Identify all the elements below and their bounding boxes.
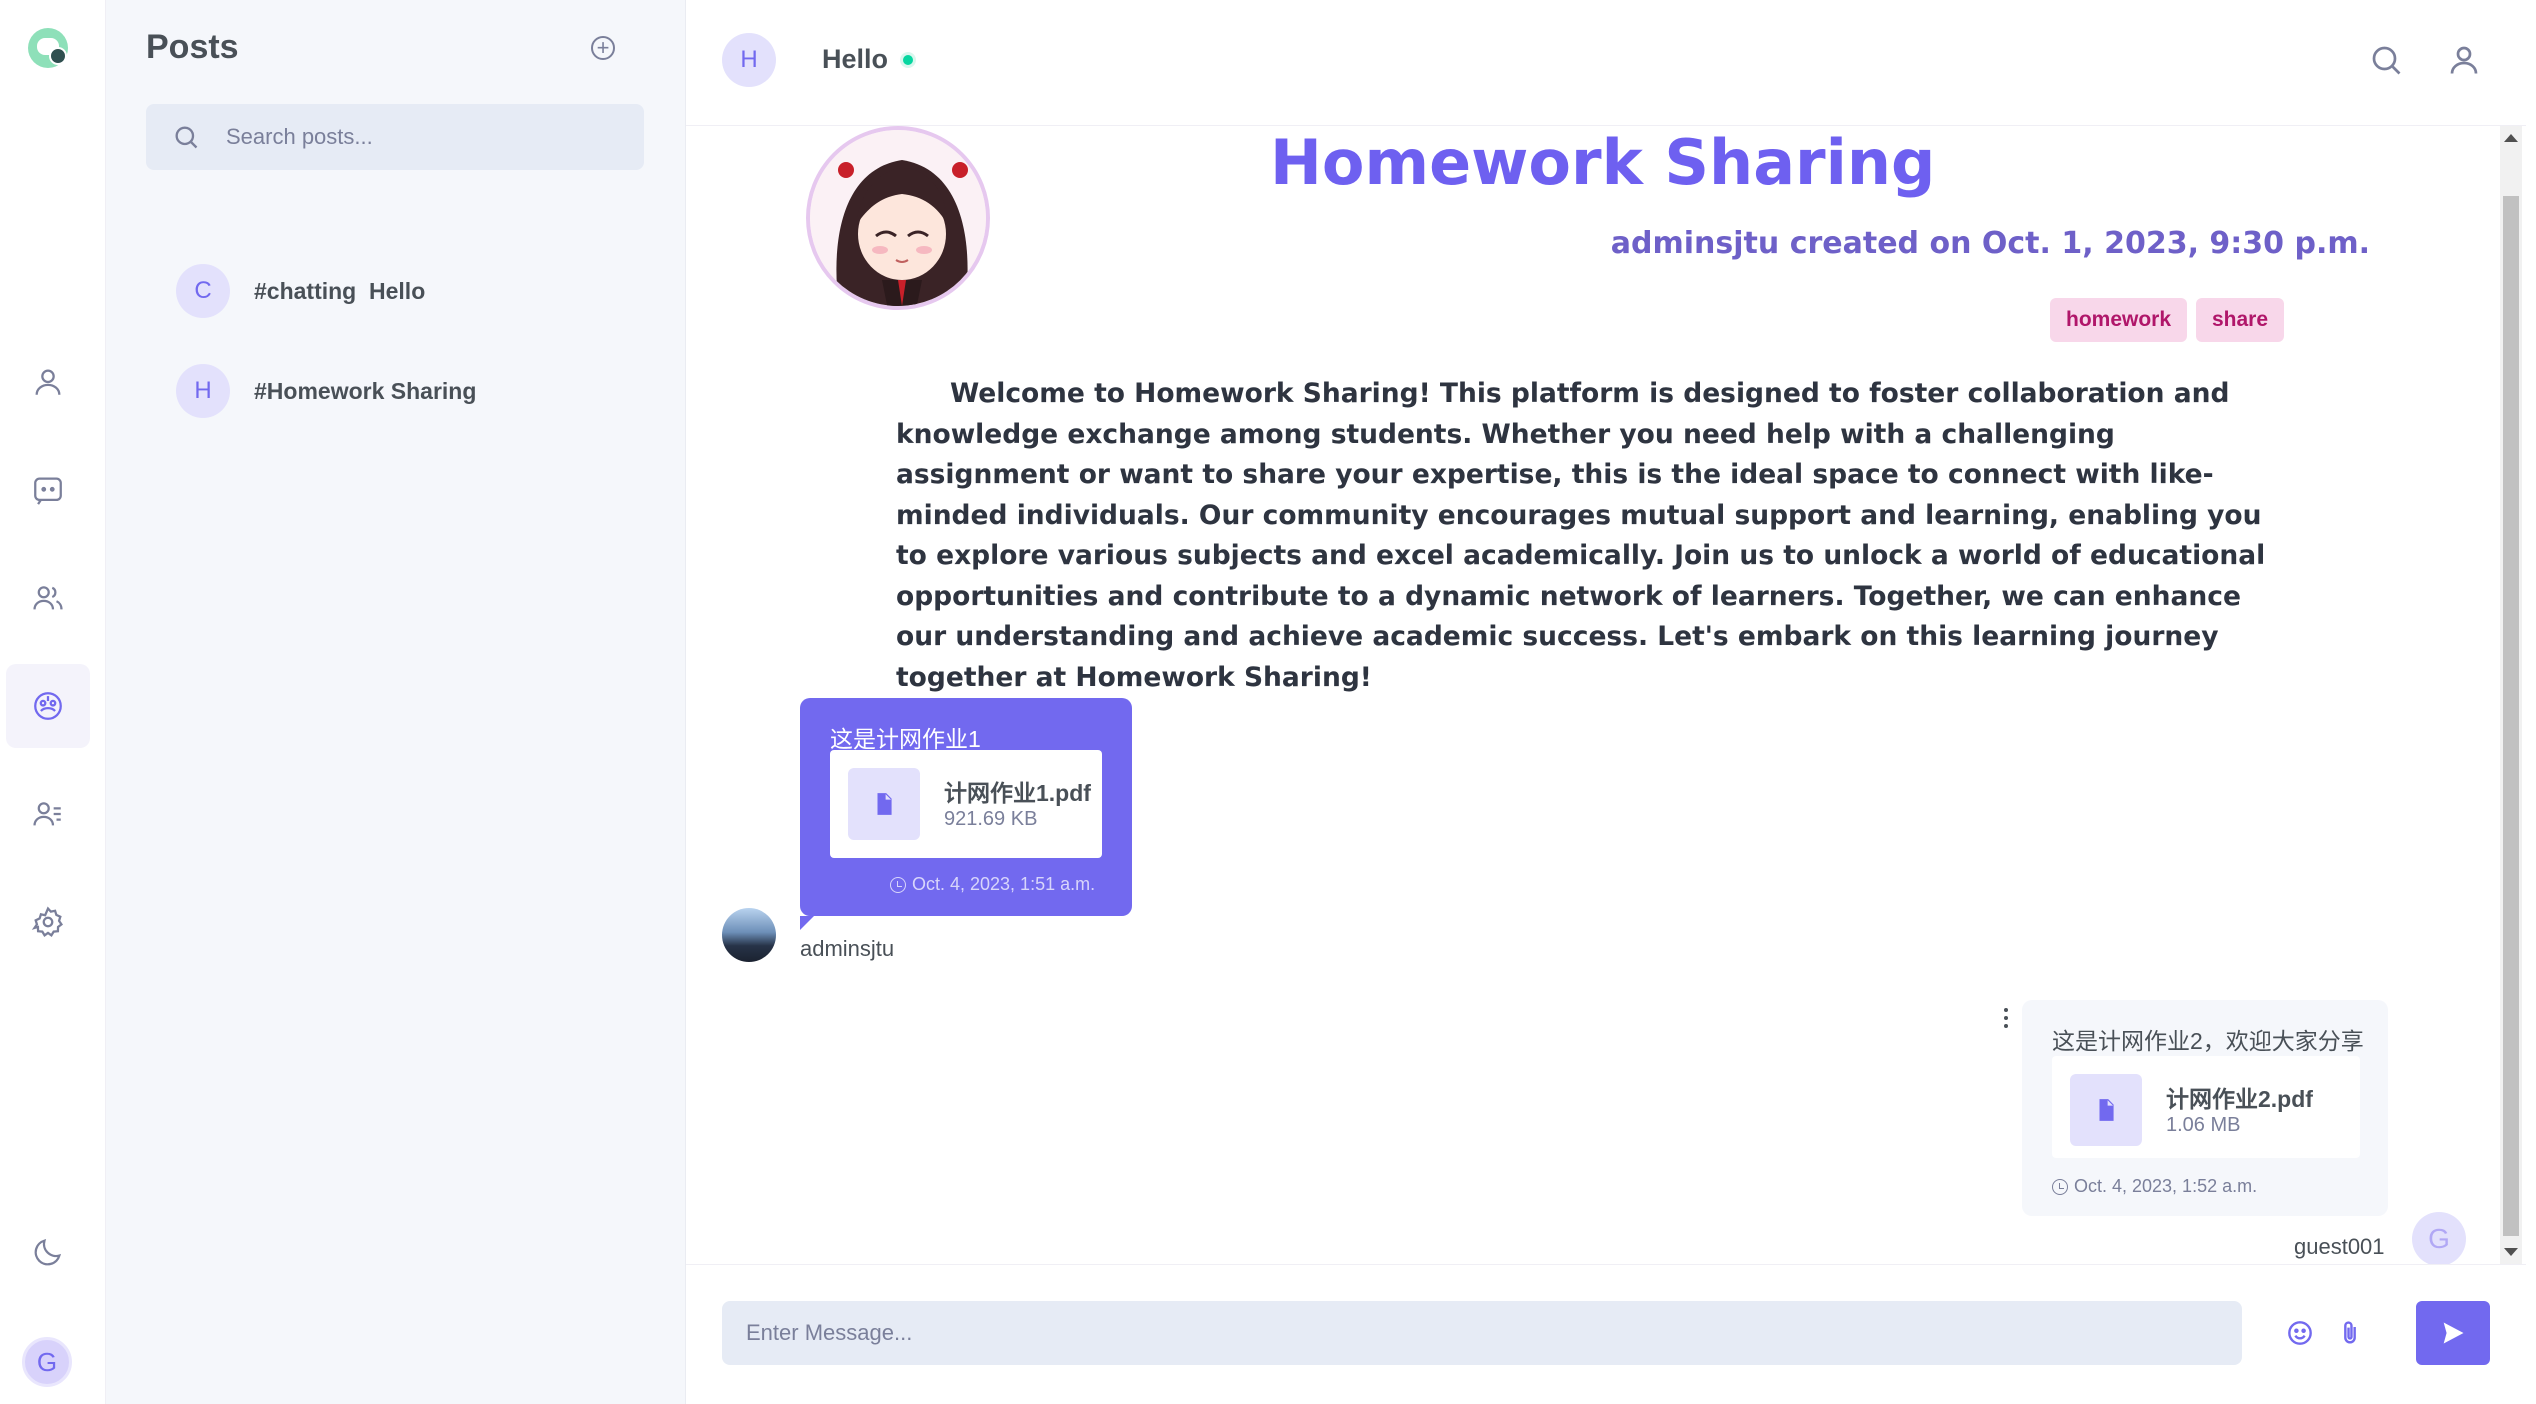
emoji-icon <box>2288 1321 2312 1345</box>
chat-header: H Hello <box>686 0 2526 126</box>
file-name[interactable]: 计网作业2.pdf <box>2166 1080 2313 1114</box>
attach-button[interactable] <box>2334 1317 2366 1349</box>
message-author: guest001 <box>2294 1234 2385 1259</box>
user-avatar[interactable] <box>722 908 776 962</box>
tag-badge[interactable]: homework <box>2050 298 2188 342</box>
post-avatar: H <box>176 364 230 418</box>
post-title: Homework Sharing <box>1270 126 1936 199</box>
app-logo-icon[interactable] <box>28 28 68 68</box>
send-button[interactable] <box>2416 1301 2490 1365</box>
emoji-button[interactable] <box>2284 1317 2316 1349</box>
post-name: #Homework Sharing <box>254 377 477 404</box>
user-icon <box>2450 46 2478 74</box>
message-time: Oct. 4, 2023, 1:52 a.m. <box>2052 1176 2257 1197</box>
dark-mode-toggle[interactable] <box>6 1210 90 1294</box>
search-posts-input[interactable]: Search posts... <box>226 124 373 150</box>
clock-icon <box>2052 1178 2068 1195</box>
scroll-up-arrow-icon[interactable] <box>2504 134 2518 142</box>
icon-rail: G <box>0 0 106 1404</box>
user-avatar[interactable]: G <box>22 1337 72 1387</box>
post-list-item[interactable]: C #chatting Hello <box>176 264 425 318</box>
chat-icon <box>34 477 62 505</box>
profile-nav-button[interactable] <box>6 340 90 424</box>
contacts-icon <box>33 802 61 826</box>
message-bubble: 这是计网作业2，欢迎大家分享 计网作业2.pdf 1.06 MB Oct. 4,… <box>2022 1000 2388 1216</box>
file-attachment[interactable]: 计网作业2.pdf 1.06 MB <box>2052 1056 2360 1158</box>
gear-icon <box>31 906 64 937</box>
scroll-thumb[interactable] <box>2503 196 2519 1236</box>
message-author: adminsjtu <box>800 936 895 961</box>
add-post-button[interactable]: + <box>591 36 615 60</box>
file-icon <box>2070 1074 2142 1146</box>
conversation-area: Homework Sharing adminsjtu created on Oc… <box>686 126 2500 1264</box>
posts-sidebar: Posts + Search posts... C #chatting Hell… <box>106 0 686 1404</box>
message-text: 这是计网作业2，欢迎大家分享 <box>2052 1028 2364 1054</box>
post-meta: adminsjtu created on Oct. 1, 2023, 9:30 … <box>1610 226 2370 261</box>
chat-scrollbar[interactable] <box>2500 126 2522 1264</box>
online-status-indicator <box>900 52 916 68</box>
groups-nav-button[interactable] <box>6 556 90 640</box>
sidebar-title: Posts <box>146 28 239 66</box>
post-avatar: C <box>176 264 230 318</box>
file-size: 1.06 MB <box>2166 1114 2241 1136</box>
paperclip-icon <box>2344 1321 2356 1344</box>
moon-icon <box>34 1239 61 1266</box>
message-options-button[interactable] <box>2002 1008 2010 1034</box>
post-name: #chatting Hello <box>254 277 426 304</box>
scroll-down-arrow-icon[interactable] <box>2504 1248 2518 1256</box>
contacts-nav-button[interactable] <box>6 772 90 856</box>
group-icon <box>33 586 63 610</box>
clock-icon <box>890 876 906 893</box>
chat-avatar[interactable]: H <box>722 33 776 87</box>
user-icon <box>35 369 61 395</box>
settings-nav-button[interactable] <box>6 880 90 964</box>
chats-nav-button[interactable] <box>6 448 90 532</box>
message-time: Oct. 4, 2023, 1:51 a.m. <box>890 874 1095 895</box>
post-list-item[interactable]: H #Homework Sharing <box>176 364 476 418</box>
search-icon <box>175 126 198 149</box>
plus-icon: + <box>596 35 610 60</box>
message-input[interactable] <box>722 1301 2242 1365</box>
post-author-portrait <box>806 126 990 310</box>
message-text: 这是计网作业1 <box>830 726 981 752</box>
send-icon <box>2443 1322 2464 1344</box>
message-bubble: 这是计网作业1 计网作业1.pdf 921.69 KB Oct. 4, 2023… <box>800 698 1132 930</box>
user-avatar[interactable]: G <box>2412 1212 2466 1264</box>
file-size: 921.69 KB <box>944 808 1038 830</box>
user-profile-button[interactable] <box>2446 42 2482 78</box>
chat-title[interactable]: Hello <box>822 44 888 75</box>
file-attachment[interactable]: 计网作业1.pdf 921.69 KB <box>830 750 1102 858</box>
community-icon <box>34 692 62 720</box>
file-name[interactable]: 计网作业1.pdf <box>944 774 1091 808</box>
search-icon <box>2372 46 2401 75</box>
file-icon <box>848 768 920 840</box>
search-button[interactable] <box>2368 42 2404 78</box>
posts-nav-button[interactable] <box>6 664 90 748</box>
tag-badge[interactable]: share <box>2196 298 2285 342</box>
search-posts-field[interactable]: Search posts... <box>146 104 644 170</box>
message-composer <box>686 1264 2526 1404</box>
post-body: Welcome to Homework Sharing! This platfo… <box>896 378 2266 693</box>
